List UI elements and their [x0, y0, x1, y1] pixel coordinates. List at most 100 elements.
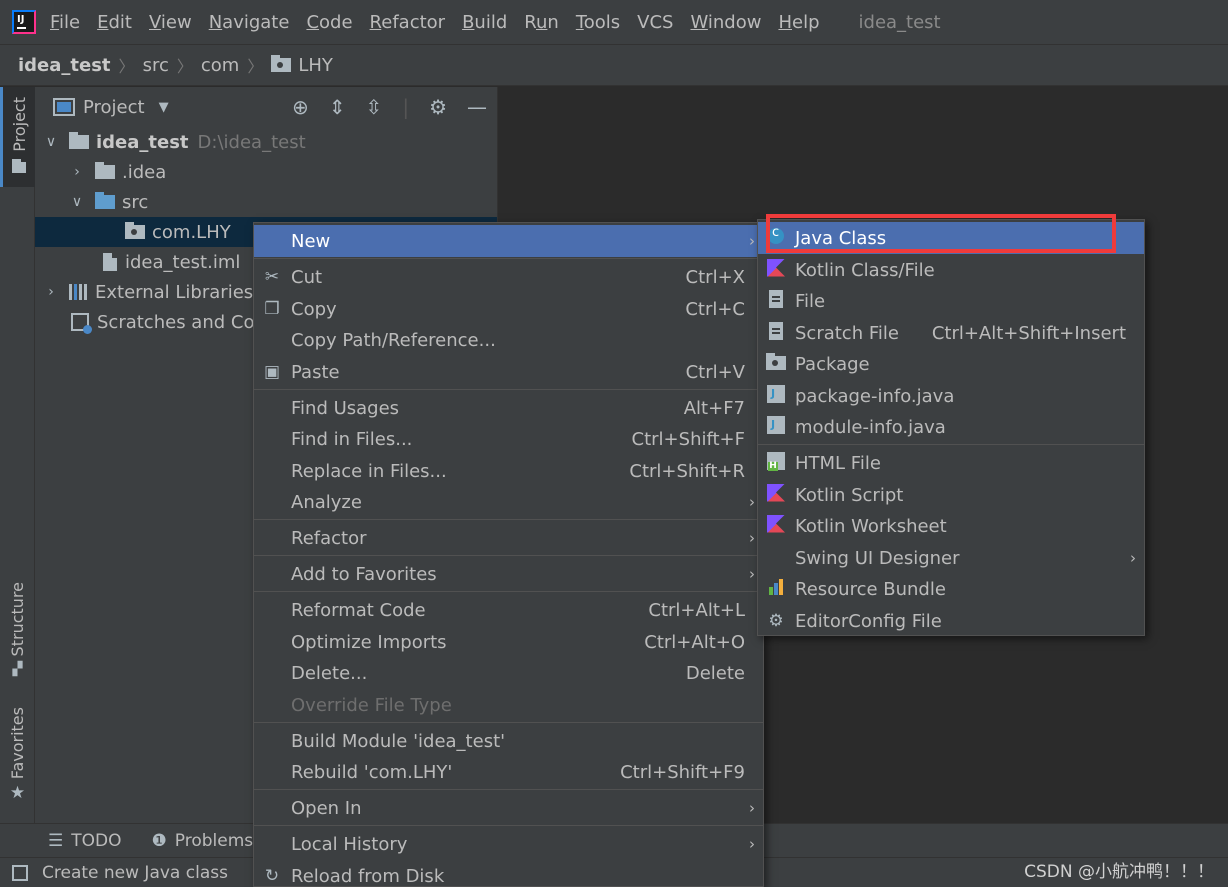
- breadcrumb-src[interactable]: src: [143, 55, 169, 76]
- breadcrumb-com[interactable]: com: [201, 55, 239, 76]
- menu-run[interactable]: Run: [524, 12, 559, 33]
- menu-file[interactable]: File: [50, 12, 80, 33]
- breadcrumb: idea_test 〉 src 〉 com 〉 LHY: [0, 44, 1228, 86]
- menu-item-label: Delete...: [291, 662, 368, 684]
- menu-item-label: Reload from Disk: [291, 865, 445, 887]
- intellij-logo-icon: IJ: [12, 10, 36, 34]
- menu-separator: [254, 825, 763, 826]
- menu-item-refactor[interactable]: Refactor ›: [254, 522, 763, 554]
- menu-item-add-to-favorites[interactable]: Add to Favorites ›: [254, 558, 763, 590]
- submenu-item-kotlin-script[interactable]: Kotlin Script: [758, 479, 1144, 511]
- resource-bundle-icon: [769, 578, 783, 595]
- java-file-icon: [767, 415, 785, 434]
- collapse-all-icon[interactable]: ⇳: [366, 95, 383, 119]
- menu-item-label: Java Class: [795, 227, 887, 249]
- tree-item-src[interactable]: ∨ src: [35, 187, 497, 217]
- gear-icon[interactable]: ⚙: [429, 95, 447, 119]
- project-view-selector[interactable]: Project: [83, 97, 145, 118]
- context-menu: New › ✂ Cut Ctrl+X ❐ Copy Ctrl+C Copy Pa…: [253, 222, 764, 887]
- menu-item-find-in-files[interactable]: Find in Files... Ctrl+Shift+F: [254, 423, 763, 455]
- menu-item-shortcut: Ctrl+C: [685, 298, 745, 320]
- menu-build[interactable]: Build: [462, 12, 507, 33]
- menu-item-shortcut: Delete: [685, 662, 745, 684]
- menu-item-new[interactable]: New ›: [254, 225, 763, 257]
- locate-icon[interactable]: ⊕: [292, 95, 309, 119]
- tool-tab-project[interactable]: Project: [0, 87, 35, 187]
- menu-item-delete[interactable]: Delete... Delete: [254, 657, 763, 689]
- tool-tab-structure[interactable]: Structure ▞: [0, 582, 35, 677]
- tree-item-idea-test[interactable]: ∨ idea_test D:\idea_test: [35, 127, 497, 157]
- structure-icon: ▞: [12, 662, 23, 678]
- menu-item-build-module[interactable]: Build Module 'idea_test': [254, 725, 763, 757]
- menu-item-replace-in-files[interactable]: Replace in Files... Ctrl+Shift+R: [254, 455, 763, 487]
- menu-item-reformat-code[interactable]: Reformat Code Ctrl+Alt+L: [254, 594, 763, 626]
- submenu-item-java-class[interactable]: Java Class: [758, 222, 1144, 254]
- submenu-item-kotlin-class[interactable]: Kotlin Class/File: [758, 254, 1144, 286]
- tool-tab-structure-label: Structure: [8, 582, 27, 657]
- project-view-icon: [53, 98, 75, 116]
- kotlin-icon: [767, 514, 785, 533]
- submenu-item-html-file[interactable]: HTML File: [758, 447, 1144, 479]
- menu-separator: [254, 591, 763, 592]
- breadcrumb-lhy[interactable]: LHY: [298, 55, 333, 76]
- menu-item-label: Replace in Files...: [291, 460, 447, 482]
- expand-all-icon[interactable]: ⇕: [329, 95, 346, 119]
- tool-tab-todo[interactable]: ☰ TODO: [48, 831, 122, 851]
- submenu-item-package[interactable]: Package: [758, 348, 1144, 380]
- chevron-right-icon[interactable]: ›: [43, 284, 59, 300]
- menu-item-shortcut: Ctrl+X: [685, 266, 745, 288]
- chevron-down-icon[interactable]: ▼: [159, 100, 169, 115]
- menu-item-shortcut: Ctrl+Alt+O: [644, 631, 745, 653]
- submenu-arrow-icon: ›: [749, 493, 755, 511]
- menu-item-optimize-imports[interactable]: Optimize Imports Ctrl+Alt+O: [254, 626, 763, 658]
- menu-item-copy[interactable]: ❐ Copy Ctrl+C: [254, 293, 763, 325]
- menu-edit[interactable]: Edit: [97, 12, 132, 33]
- menu-item-find-usages[interactable]: Find Usages Alt+F7: [254, 392, 763, 424]
- menu-item-reload-from-disk[interactable]: ↻ Reload from Disk: [254, 860, 763, 887]
- tool-tab-problems[interactable]: ❶ Problems: [152, 831, 254, 851]
- chevron-down-icon[interactable]: ∨: [69, 194, 85, 210]
- menu-item-label: EditorConfig File: [795, 610, 942, 632]
- submenu-item-package-info[interactable]: package-info.java: [758, 380, 1144, 412]
- menu-item-shortcut: Ctrl+V: [685, 361, 745, 383]
- status-toggle-icon[interactable]: [12, 864, 28, 881]
- menu-window[interactable]: Window: [690, 12, 761, 33]
- tool-tab-project-label: Project: [9, 97, 29, 152]
- menu-item-open-in[interactable]: Open In ›: [254, 792, 763, 824]
- menu-refactor[interactable]: Refactor: [370, 12, 446, 33]
- menu-item-label: New: [291, 230, 331, 252]
- menu-view[interactable]: View: [149, 12, 192, 33]
- menu-item-shortcut: Ctrl+Shift+F: [631, 428, 745, 450]
- submenu-item-kotlin-worksheet[interactable]: Kotlin Worksheet: [758, 510, 1144, 542]
- menu-separator: [758, 444, 1144, 445]
- tool-tab-favorites[interactable]: Favorites ★: [0, 707, 35, 803]
- clipboard-icon: ▣: [263, 362, 281, 382]
- chevron-down-icon[interactable]: ∨: [43, 134, 59, 150]
- menu-tools[interactable]: Tools: [576, 12, 620, 33]
- menu-item-cut[interactable]: ✂ Cut Ctrl+X: [254, 261, 763, 293]
- menu-item-copy-path[interactable]: Copy Path/Reference...: [254, 324, 763, 356]
- submenu-item-swing-ui-designer[interactable]: Swing UI Designer ›: [758, 542, 1144, 574]
- reload-icon: ↻: [264, 866, 280, 886]
- submenu-item-scratch-file[interactable]: Scratch File Ctrl+Alt+Shift+Insert: [758, 317, 1144, 349]
- menu-item-analyze[interactable]: Analyze ›: [254, 486, 763, 518]
- submenu-item-module-info[interactable]: module-info.java: [758, 411, 1144, 443]
- submenu-item-file[interactable]: File: [758, 285, 1144, 317]
- menu-item-label: Open In: [291, 797, 362, 819]
- breadcrumb-project[interactable]: idea_test: [18, 55, 111, 76]
- submenu-arrow-icon: ›: [1130, 549, 1136, 567]
- menu-item-local-history[interactable]: Local History ›: [254, 828, 763, 860]
- chevron-right-icon[interactable]: ›: [69, 164, 85, 180]
- menu-code[interactable]: Code: [306, 12, 352, 33]
- menu-navigate[interactable]: Navigate: [209, 12, 290, 33]
- menu-help[interactable]: Help: [778, 12, 819, 33]
- menu-vcs[interactable]: VCS: [637, 12, 673, 33]
- minimize-icon[interactable]: —: [467, 95, 487, 119]
- tree-item-idea-folder[interactable]: › .idea: [35, 157, 497, 187]
- menu-item-rebuild[interactable]: Rebuild 'com.LHY' Ctrl+Shift+F9: [254, 756, 763, 788]
- menu-item-paste[interactable]: ▣ Paste Ctrl+V: [254, 356, 763, 388]
- submenu-item-resource-bundle[interactable]: Resource Bundle: [758, 573, 1144, 605]
- menu-item-shortcut: Alt+F7: [683, 397, 745, 419]
- tree-item-label: com.LHY: [152, 221, 231, 243]
- submenu-item-editorconfig-file[interactable]: ⚙ EditorConfig File: [758, 605, 1144, 637]
